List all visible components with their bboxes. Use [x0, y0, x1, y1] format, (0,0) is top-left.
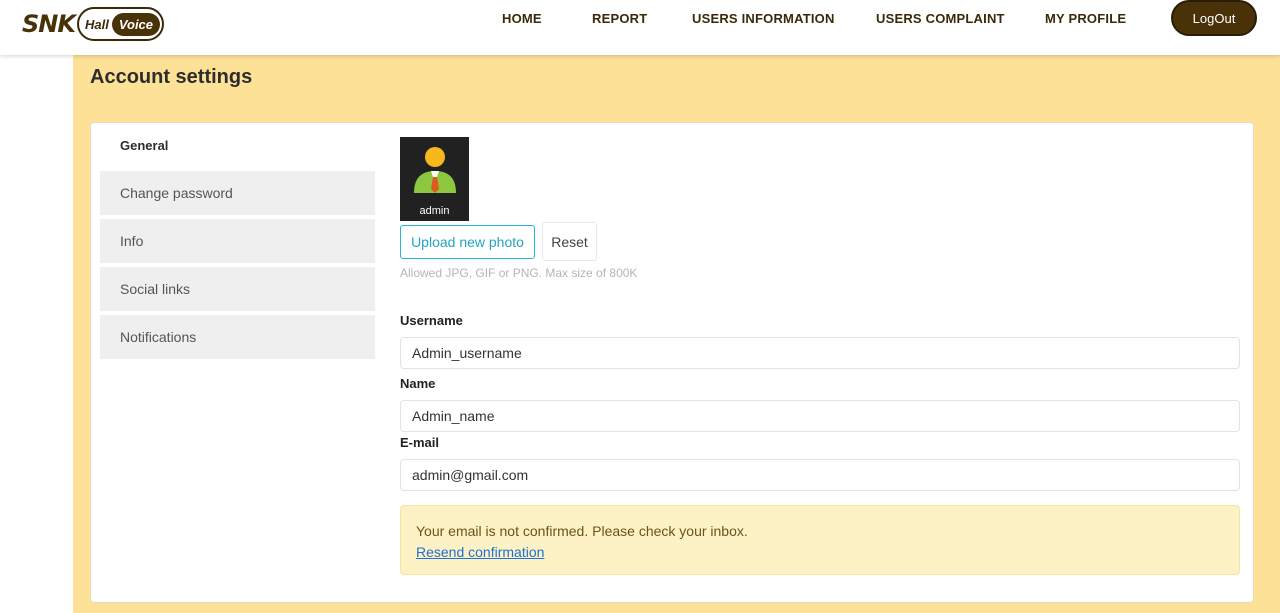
email-unconfirmed-alert: Your email is not confirmed. Please chec… [400, 505, 1240, 575]
logo-snk-text: SNK [22, 10, 76, 38]
nav-users-information[interactable]: USERS INFORMATION [692, 11, 835, 26]
logo-pill: Hall Voice [76, 7, 165, 41]
email-field[interactable] [400, 459, 1240, 491]
logout-button[interactable]: LogOut [1171, 0, 1257, 36]
sidebar-item-social-links[interactable]: Social links [100, 267, 375, 311]
name-label: Name [400, 376, 436, 391]
page-title: Account settings [90, 66, 253, 88]
reset-photo-button[interactable]: Reset [542, 222, 597, 261]
username-field[interactable] [400, 337, 1240, 369]
nav-home[interactable]: HOME [502, 11, 542, 26]
email-label: E-mail [400, 435, 440, 450]
top-navbar: SNK Hall Voice HOME REPORT USERS INFORMA… [0, 0, 1280, 55]
sidebar-item-notifications[interactable]: Notifications [100, 315, 375, 359]
brand-logo[interactable]: SNK Hall Voice [22, 6, 165, 42]
name-field[interactable] [400, 400, 1240, 432]
sidebar-item-label: Notifications [120, 329, 197, 345]
upload-photo-button[interactable]: Upload new photo [400, 225, 535, 259]
sidebar-item-label: General [120, 137, 169, 153]
sidebar-item-general[interactable]: General [100, 123, 375, 167]
sidebar-item-info[interactable]: Info [100, 219, 375, 263]
sidebar-item-label: Change password [120, 185, 233, 201]
nav-report[interactable]: REPORT [592, 11, 647, 26]
sidebar-item-change-password[interactable]: Change password [100, 171, 375, 215]
sidebar-item-label: Info [120, 233, 144, 249]
nav-users-complaint[interactable]: USERS COMPLAINT [876, 11, 1005, 26]
resend-confirmation-link[interactable]: Resend confirmation [416, 544, 544, 560]
logo-hall-text: Hall [84, 16, 109, 32]
alert-message: Your email is not confirmed. Please chec… [416, 523, 748, 539]
avatar-label: admin [419, 205, 450, 217]
sidebar-item-label: Social links [120, 281, 191, 297]
avatar: admin [400, 137, 469, 221]
logo-voice-text: Voice [111, 12, 161, 36]
nav-my-profile[interactable]: MY PROFILE [1045, 11, 1126, 26]
upload-hint: Allowed JPG, GIF or PNG. Max size of 800… [400, 266, 638, 280]
username-label: Username [400, 313, 463, 328]
